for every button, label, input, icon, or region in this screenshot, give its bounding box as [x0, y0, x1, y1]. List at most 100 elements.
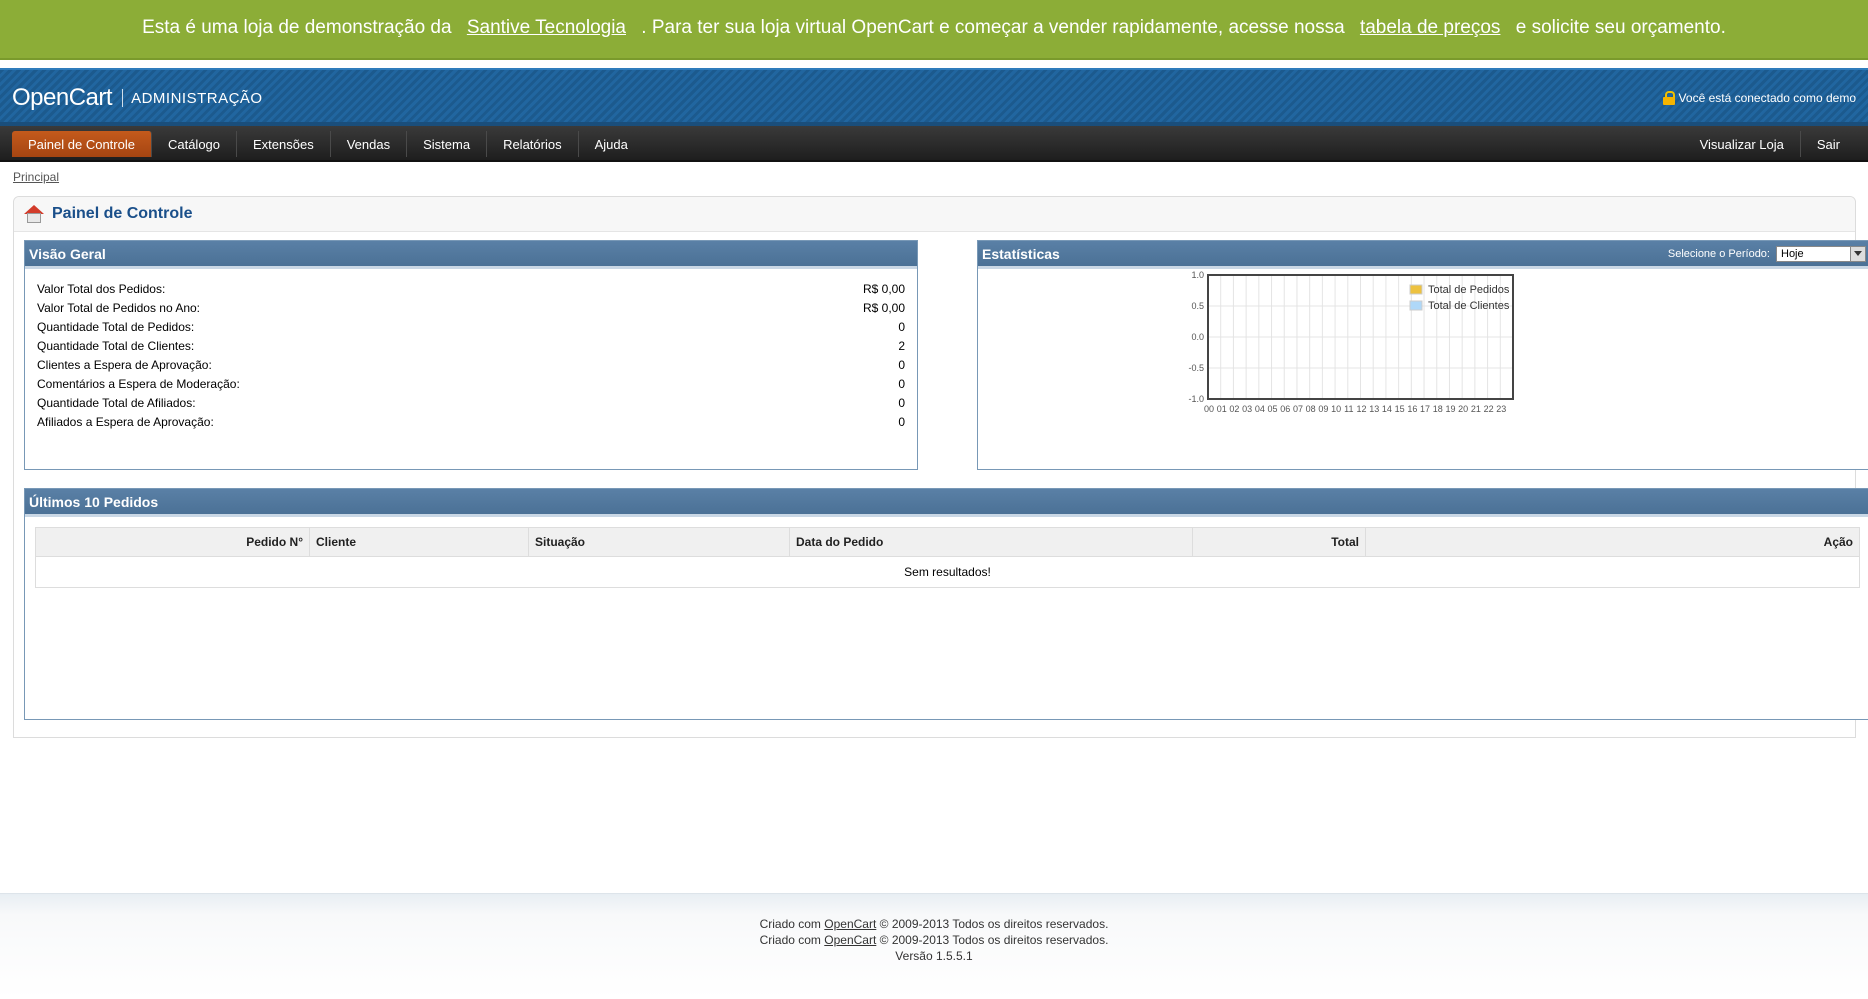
- statistics-chart: 1.0 0.5 0.0 -0.5 -1.0 00 01 02 03 04 05 06 07 08 09 10 1…: [978, 269, 1868, 469]
- santive-link[interactable]: Santive Tecnologia: [467, 17, 626, 38]
- footer-copyright-2: Criado com OpenCart © 2009-2013 Todos os…: [0, 932, 1868, 948]
- legend-label: Total de Clientes: [1428, 300, 1510, 312]
- logo[interactable]: OpenCart ADMINISTRAÇÃO: [12, 84, 263, 112]
- nav-extensions[interactable]: Extensões: [237, 131, 331, 157]
- x-tick-label: 18: [1433, 404, 1443, 414]
- pricing-table-link[interactable]: tabela de preços: [1360, 17, 1501, 38]
- x-tick-label: 07: [1293, 404, 1303, 414]
- x-tick-label: 03: [1242, 404, 1252, 414]
- x-tick-label: 19: [1445, 404, 1455, 414]
- overview-label: Valor Total dos Pedidos:: [37, 281, 166, 296]
- x-tick-label: 06: [1280, 404, 1290, 414]
- overview-row: Quantidade Total de Clientes: 2: [25, 336, 917, 355]
- overview-row: Quantidade Total de Pedidos: 0: [25, 317, 917, 336]
- y-tick-label: 0.0: [1191, 332, 1204, 342]
- col-total[interactable]: Total: [1192, 527, 1366, 557]
- footer-opencart-link-2[interactable]: OpenCart: [824, 933, 876, 947]
- nav-help[interactable]: Ajuda: [579, 131, 644, 157]
- nav-reports[interactable]: Relatórios: [487, 131, 579, 157]
- x-tick-label: 08: [1306, 404, 1316, 414]
- period-select-value: Hoje: [1781, 247, 1804, 260]
- orders-table: Pedido N° Cliente Situação Data do Pedid…: [35, 527, 1860, 588]
- statistics-panel: Estatísticas Selecione o Período: Hoje 1…: [977, 240, 1868, 470]
- x-tick-label: 01: [1217, 404, 1227, 414]
- overview-row: Valor Total dos Pedidos: R$ 0,00: [25, 279, 917, 298]
- dashboard-content: Visão Geral Valor Total dos Pedidos: R$ 0…: [14, 232, 1868, 720]
- nav-system[interactable]: Sistema: [407, 131, 488, 157]
- breadcrumb-home-link[interactable]: Principal: [13, 170, 59, 184]
- x-tick-label: 16: [1407, 404, 1417, 414]
- y-tick-label: 0.5: [1191, 301, 1204, 311]
- col-date-added[interactable]: Data do Pedido: [789, 527, 1193, 557]
- period-select[interactable]: Hoje: [1776, 245, 1866, 262]
- x-tick-label: 04: [1255, 404, 1265, 414]
- period-selector: Selecione o Período: Hoje: [1668, 245, 1866, 262]
- page-title: Painel de Controle: [52, 205, 193, 222]
- login-text: Você está conectado como demo: [1678, 91, 1856, 105]
- col-status[interactable]: Situação: [528, 527, 790, 557]
- chart-svg: 1.00.50.0-0.5-1.000 01 02 03 04 05 06 07 08 09 10 1…: [1188, 270, 1514, 414]
- legend-swatch: [1409, 300, 1423, 311]
- overview-row: Quantidade Total de Afiliados: 0: [25, 393, 917, 412]
- overview-row: Afiliados a Espera de Aprovação: 0: [25, 412, 917, 431]
- orders-table-header-row: Pedido N° Cliente Situação Data do Pedid…: [35, 527, 1860, 557]
- overview-row: Clientes a Espera de Aprovação: 0: [25, 355, 917, 374]
- x-tick-label: 21: [1471, 404, 1481, 414]
- logo-name: OpenCart: [12, 84, 113, 111]
- main-nav: Painel de Controle Catálogo Extensões Ve…: [0, 126, 1868, 162]
- footer-opencart-link[interactable]: OpenCart: [824, 917, 876, 931]
- latest-orders-panel: Últimos 10 Pedidos Pedido N° Cliente Sit…: [24, 488, 1868, 720]
- overview-value: 0: [898, 376, 905, 391]
- nav-view-store[interactable]: Visualizar Loja: [1684, 131, 1801, 157]
- nav-logout[interactable]: Sair: [1801, 131, 1856, 157]
- admin-header: OpenCart ADMINISTRAÇÃO Você está conecta…: [0, 68, 1868, 126]
- y-tick-label: -1.0: [1188, 394, 1204, 404]
- legend-label: Total de Pedidos: [1428, 284, 1510, 296]
- overview-label: Quantidade Total de Afiliados:: [37, 395, 196, 410]
- logo-subtitle: ADMINISTRAÇÃO: [131, 89, 263, 107]
- x-tick-label: 23: [1496, 404, 1506, 414]
- x-tick-label: 02: [1229, 404, 1239, 414]
- nav-left: Painel de Controle Catálogo Extensões Ve…: [12, 126, 644, 160]
- overview-value: 0: [898, 319, 905, 334]
- footer-copyright-1: Criado com OpenCart © 2009-2013 Todos os…: [0, 916, 1868, 932]
- overview-header: Visão Geral: [25, 241, 917, 269]
- overview-value: 0: [898, 357, 905, 372]
- overview-label: Quantidade Total de Clientes:: [37, 338, 195, 353]
- nav-catalog[interactable]: Catálogo: [152, 131, 238, 157]
- logo-separator: [122, 89, 124, 107]
- table-row: Sem resultados!: [36, 557, 1860, 588]
- footer-version: Versão 1.5.5.1: [895, 949, 973, 963]
- x-tick-label: 09: [1318, 404, 1328, 414]
- overview-label: Clientes a Espera de Aprovação:: [37, 357, 212, 372]
- banner-text-pre: Esta é uma loja de demonstração da: [142, 17, 452, 38]
- statistics-header: Estatísticas Selecione o Período: Hoje: [978, 241, 1868, 269]
- chevron-down-icon[interactable]: [1850, 246, 1865, 261]
- statistics-title: Estatísticas: [982, 245, 1060, 262]
- demo-banner: Esta é uma loja de demonstração da Santi…: [0, 0, 1868, 60]
- overview-label: Quantidade Total de Pedidos:: [37, 319, 195, 334]
- overview-row: Comentários a Espera de Moderação: 0: [25, 374, 917, 393]
- box-heading: Painel de Controle: [14, 197, 1855, 232]
- overview-value: 0: [898, 414, 905, 429]
- overview-value: R$ 0,00: [862, 300, 905, 315]
- nav-sales[interactable]: Vendas: [331, 131, 408, 157]
- x-tick-label: 12: [1356, 404, 1366, 414]
- col-customer[interactable]: Cliente: [309, 527, 529, 557]
- nav-dashboard[interactable]: Painel de Controle: [12, 131, 152, 157]
- footer-prefix: Criado com: [759, 917, 821, 931]
- overview-table: Valor Total dos Pedidos: R$ 0,00 Valor Tot…: [25, 279, 917, 431]
- x-tick-label: 17: [1420, 404, 1430, 414]
- banner-gap: [0, 60, 1868, 68]
- lock-icon: [1662, 91, 1675, 105]
- breadcrumb: Principal: [0, 162, 1868, 190]
- x-tick-label: 15: [1395, 404, 1405, 414]
- col-order-id[interactable]: Pedido N°: [35, 527, 310, 557]
- overview-row: Valor Total de Pedidos no Ano: R$ 0,00: [25, 298, 917, 317]
- overview-value: 0: [898, 395, 905, 410]
- overview-label: Afiliados a Espera de Aprovação:: [37, 414, 214, 429]
- overview-label: Valor Total de Pedidos no Ano:: [37, 300, 201, 315]
- footer-suffix-2: © 2009-2013 Todos os direitos reservados…: [879, 933, 1109, 947]
- banner-text-post: e solicite seu orçamento.: [1515, 17, 1726, 38]
- overview-value: 2: [898, 338, 905, 353]
